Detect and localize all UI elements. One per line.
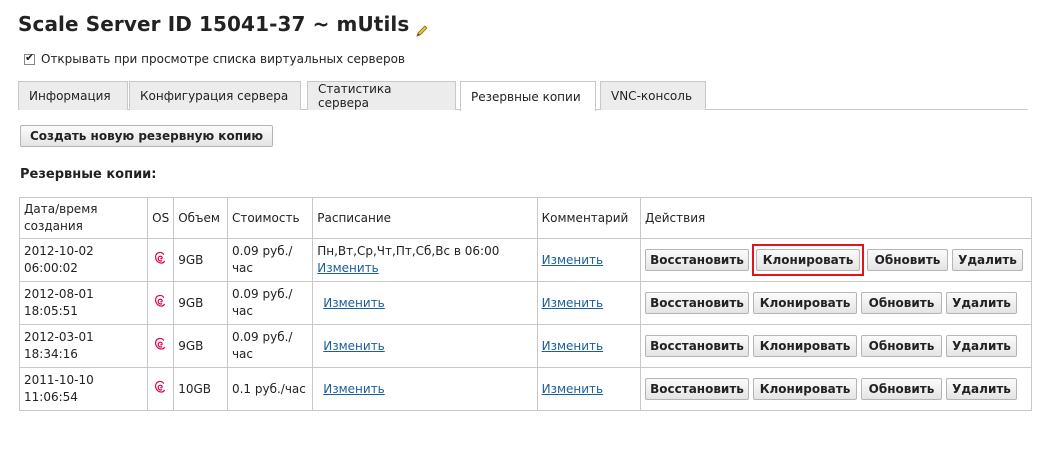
restore-button[interactable]: Восстановить <box>645 335 749 357</box>
cell-comment: Изменить <box>536 324 642 368</box>
page-title-text: Scale Server ID 15041-37 ~ mUtils <box>18 12 410 36</box>
cell-actions: Восстановить Клонировать Обновить Удалить <box>640 238 1032 282</box>
schedule-edit-link[interactable]: Изменить <box>323 382 385 396</box>
cell-cost: 0.09 руб./час <box>226 281 314 325</box>
tab-server-config-label: Конфигурация сервера <box>140 89 289 103</box>
cell-size: 9GB <box>173 324 228 368</box>
header-cost: Стоимость <box>226 197 314 239</box>
backups-table: Дата/время создания OS Объем Стоимость Р… <box>18 197 1032 411</box>
tab-server-stats-label: Статистика сервера <box>318 82 392 110</box>
tab-backups[interactable]: Резервные копии <box>460 81 596 111</box>
cell-os <box>147 324 175 368</box>
cell-os <box>147 281 175 325</box>
update-button[interactable]: Обновить <box>861 378 942 400</box>
tab-server-stats[interactable]: Статистика сервера <box>307 81 456 110</box>
debian-icon <box>152 293 168 309</box>
comment-edit-link[interactable]: Изменить <box>542 382 604 396</box>
restore-button[interactable]: Восстановить <box>645 292 749 314</box>
cell-size: 9GB <box>173 281 228 325</box>
open-on-list-label: Открывать при просмотре списка виртуальн… <box>41 52 406 66</box>
clone-button[interactable]: Клонировать <box>753 378 857 400</box>
create-backup-button[interactable]: Создать новую резервную копию <box>20 125 274 147</box>
cell-datetime: 2012-08-01 18:05:51 <box>18 281 149 325</box>
clone-button[interactable]: Клонировать <box>753 292 857 314</box>
cell-comment: Изменить <box>536 281 642 325</box>
schedule-text: Пн,Вт,Ср,Чт,Пт,Сб,Вс в 06:00 <box>317 244 500 258</box>
clone-highlight-frame: Клонировать <box>752 244 864 276</box>
header-os: OS <box>147 197 175 239</box>
header-comment: Комментарий <box>536 197 642 239</box>
open-on-list-checkbox[interactable] <box>24 51 35 65</box>
cell-actions: Восстановить Клонировать Обновить Удалить <box>640 324 1032 368</box>
delete-button[interactable]: Удалить <box>946 292 1017 314</box>
cell-datetime: 2012-10-02 06:00:02 <box>18 238 149 282</box>
page-title: Scale Server ID 15041-37 ~ mUtils <box>18 12 429 37</box>
edit-pencil-icon[interactable] <box>415 19 429 37</box>
cell-datetime: 2011-10-10 11:06:54 <box>18 367 149 411</box>
cell-cost: 0.09 руб./час <box>226 324 314 368</box>
header-size: Объем <box>173 197 228 239</box>
clone-button[interactable]: Клонировать <box>756 249 860 271</box>
cell-schedule: Изменить <box>312 367 538 411</box>
cell-cost: 0.1 руб./час <box>226 367 314 411</box>
update-button[interactable]: Обновить <box>861 292 942 314</box>
cell-schedule: Изменить <box>312 324 538 368</box>
delete-button[interactable]: Удалить <box>946 378 1017 400</box>
schedule-edit-link[interactable]: Изменить <box>323 296 385 310</box>
restore-button[interactable]: Восстановить <box>645 249 749 271</box>
debian-icon <box>152 336 168 352</box>
cell-size: 9GB <box>173 238 228 282</box>
schedule-edit-link[interactable]: Изменить <box>323 339 385 353</box>
tab-vnc-console-label: VNC-консоль <box>611 89 693 103</box>
header-actions: Действия <box>640 197 1032 239</box>
delete-button[interactable]: Удалить <box>946 335 1017 357</box>
tab-info[interactable]: Информация <box>18 81 128 110</box>
tab-vnc-console[interactable]: VNC-консоль <box>600 81 706 110</box>
cell-actions: Восстановить Клонировать Обновить Удалить <box>640 281 1032 325</box>
debian-icon <box>152 379 168 395</box>
section-title: Резервные копии: <box>20 167 157 182</box>
cell-comment: Изменить <box>536 238 642 282</box>
table-row: 2012-08-01 18:05:51 9GB 0.09 руб./час Из… <box>18 281 1032 325</box>
cell-os <box>147 238 175 282</box>
comment-edit-link[interactable]: Изменить <box>542 339 604 353</box>
update-button[interactable]: Обновить <box>861 335 942 357</box>
table-row: 2012-10-02 06:00:02 9GB 0.09 руб./час Пн… <box>18 238 1032 282</box>
tab-info-label: Информация <box>29 89 111 103</box>
tab-bar: Информация Конфигурация сервера Статисти… <box>18 81 1028 111</box>
update-button[interactable]: Обновить <box>867 249 948 271</box>
comment-edit-link[interactable]: Изменить <box>542 296 604 310</box>
tab-backups-label: Резервные копии <box>471 89 581 104</box>
cell-datetime: 2012-03-01 18:34:16 <box>18 324 149 368</box>
tab-server-config[interactable]: Конфигурация сервера <box>129 81 301 110</box>
header-schedule: Расписание <box>312 197 538 239</box>
open-on-list-option[interactable]: Открывать при просмотре списка виртуальн… <box>24 51 406 66</box>
table-header-row: Дата/время создания OS Объем Стоимость Р… <box>18 197 1032 239</box>
table-row: 2012-03-01 18:34:16 9GB 0.09 руб./час Из… <box>18 324 1032 368</box>
table-row: 2011-10-10 11:06:54 10GB 0.1 руб./час Из… <box>18 367 1032 411</box>
header-datetime: Дата/время создания <box>18 197 149 239</box>
schedule-edit-link[interactable]: Изменить <box>317 261 379 275</box>
debian-icon <box>152 250 168 266</box>
cell-size: 10GB <box>173 367 228 411</box>
cell-cost: 0.09 руб./час <box>226 238 314 282</box>
cell-actions: Восстановить Клонировать Обновить Удалить <box>640 367 1032 411</box>
cell-schedule: Пн,Вт,Ср,Чт,Пт,Сб,Вс в 06:00 Изменить <box>312 238 538 282</box>
cell-comment: Изменить <box>536 367 642 411</box>
delete-button[interactable]: Удалить <box>952 249 1023 271</box>
clone-button[interactable]: Клонировать <box>753 335 857 357</box>
cell-os <box>147 367 175 411</box>
cell-schedule: Изменить <box>312 281 538 325</box>
restore-button[interactable]: Восстановить <box>645 378 749 400</box>
comment-edit-link[interactable]: Изменить <box>542 253 604 267</box>
